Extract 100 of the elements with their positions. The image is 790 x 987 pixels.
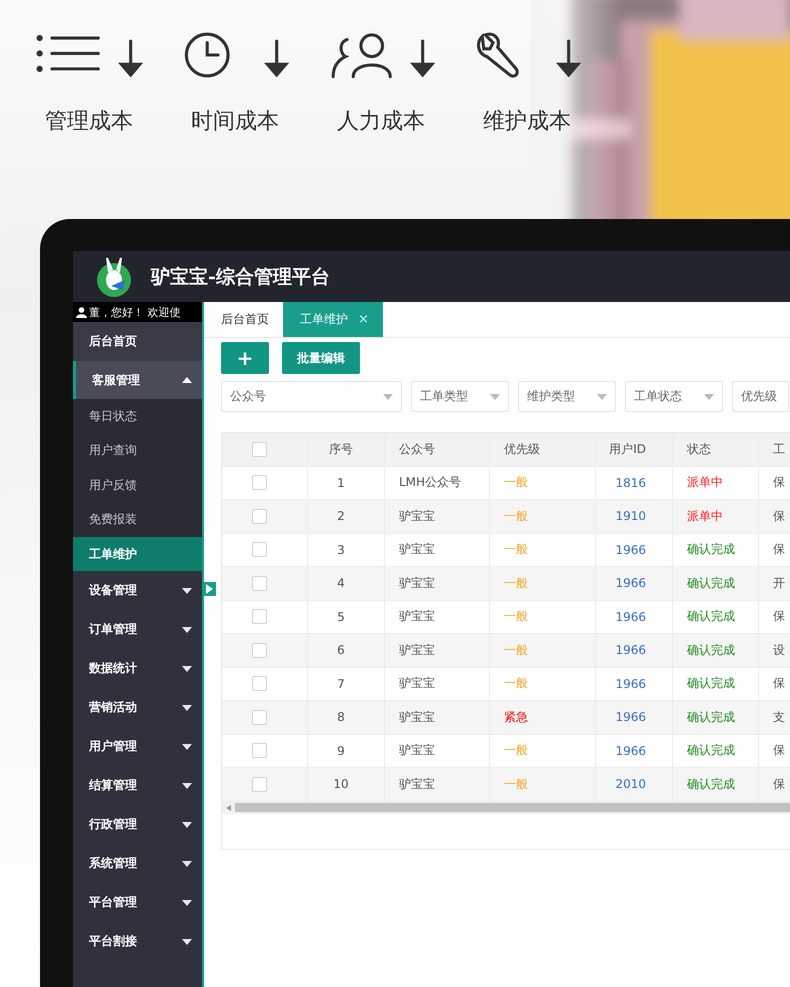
table-cell-text: 保 [772, 675, 786, 692]
add-button[interactable]: + [221, 342, 269, 374]
sidebar-subitem[interactable]: 用户反馈 [73, 468, 202, 502]
filter-select[interactable]: 工单状态 [625, 381, 723, 412]
table-cell: 5 [308, 600, 385, 633]
caret-down-icon [182, 626, 192, 632]
checkbox[interactable] [252, 576, 267, 591]
sidebar-subitem[interactable]: 用户查询 [73, 434, 202, 468]
sidebar-subitem[interactable]: 每日状态 [73, 399, 202, 434]
table-cell: 确认完成 [673, 701, 759, 734]
caret-down-icon [182, 938, 192, 944]
filter-select[interactable]: 优先级 [732, 381, 789, 412]
table-cell: 7 [308, 668, 385, 700]
checkbox[interactable] [252, 676, 267, 692]
table-cell-text: 保 [772, 508, 786, 525]
table-cell: 驴宝宝 [385, 701, 490, 734]
table-cell: 驴宝宝 [385, 500, 490, 532]
table-cell: 一般 [490, 634, 596, 666]
table-cell: 1966 [596, 734, 673, 767]
feature-label: 人力成本 [337, 108, 425, 136]
table-cell: 派单中 [673, 500, 759, 532]
table-cell: 确认完成 [673, 734, 759, 767]
caret-down-icon [182, 588, 192, 594]
table-cell: 一般 [490, 567, 596, 600]
table-cell: 派单中 [673, 466, 759, 499]
sidebar-group[interactable]: 客服管理 [73, 361, 202, 399]
table-cell: 确认完成 [673, 600, 759, 633]
feature-label: 管理成本 [45, 108, 133, 136]
table-cell: 2010 [596, 768, 673, 800]
table-cell-text: 保 [772, 541, 786, 558]
table-cell-text: 保 [772, 776, 786, 793]
checkbox[interactable] [252, 609, 267, 624]
filter-select[interactable]: 公众号 [221, 381, 402, 412]
filter-select[interactable]: 工单类型 [411, 381, 509, 412]
table-cell: 一般 [490, 768, 596, 800]
column-header: 优先级 [490, 433, 596, 466]
caret-down-icon [182, 782, 192, 788]
scrollbar[interactable] [222, 802, 790, 814]
batch-edit-button[interactable]: 批量编辑 [282, 342, 360, 374]
checkbox[interactable] [252, 508, 267, 524]
sidebar-item[interactable]: 后台首页 [73, 322, 202, 361]
table-cell-text: 开 [772, 574, 786, 592]
feature-label: 时间成本 [191, 108, 279, 136]
table-cell-text: 保 [772, 608, 786, 626]
collapse-toggle-icon[interactable] [202, 582, 216, 596]
table-cell: 一般 [490, 668, 596, 700]
caret-down-icon [182, 900, 192, 906]
checkbox[interactable] [252, 642, 267, 658]
filter-select[interactable]: 维护类型 [518, 381, 616, 412]
column-header: 公众号 [385, 433, 490, 466]
sidebar-subitem[interactable]: 免费报装 [73, 502, 202, 537]
table-cell: 3 [308, 534, 385, 566]
sidebar-subitem[interactable]: 工单维护 [73, 537, 202, 571]
table-cell: 驴宝宝 [385, 768, 490, 800]
caret-down-icon [490, 394, 500, 400]
caret-down-icon [182, 744, 192, 750]
checkbox[interactable] [252, 776, 267, 792]
table-cell: 确认完成 [673, 768, 759, 800]
column-header: 工 [759, 433, 790, 466]
checkbox[interactable] [252, 442, 267, 457]
logo-icon [95, 256, 133, 298]
table-cell: 一般 [490, 600, 596, 633]
caret-down-icon [597, 394, 607, 400]
caret-up-icon [182, 377, 192, 383]
table-cell: 紧急 [490, 701, 596, 734]
table-cell: 1966 [596, 668, 673, 700]
table-cell: 确认完成 [673, 668, 759, 700]
column-header: 用户ID [596, 433, 673, 466]
table-cell: 驴宝宝 [385, 567, 490, 600]
caret-down-icon [383, 394, 393, 400]
table-cell: 确认完成 [673, 534, 759, 566]
checkbox[interactable] [252, 743, 267, 758]
table-cell: 1966 [596, 534, 673, 566]
caret-down-icon [182, 704, 192, 710]
table-cell: 6 [308, 634, 385, 666]
table-cell: 确认完成 [673, 567, 759, 600]
checkbox[interactable] [252, 710, 267, 725]
table-cell: 1 [308, 466, 385, 499]
table-cell: 8 [308, 701, 385, 734]
table-cell: 驴宝宝 [385, 634, 490, 666]
table-cell: 驴宝宝 [385, 734, 490, 767]
table-cell: 一般 [490, 500, 596, 532]
column-header: 序号 [308, 433, 385, 466]
scroll-left-icon[interactable] [226, 804, 231, 810]
table-cell: 一般 [490, 734, 596, 767]
table-cell: 确认完成 [673, 634, 759, 666]
checkbox[interactable] [252, 542, 267, 558]
caret-down-icon [182, 822, 192, 828]
table-cell: 驴宝宝 [385, 668, 490, 700]
column-header: 状态 [673, 433, 759, 466]
table-cell: 一般 [490, 534, 596, 566]
checkbox[interactable] [252, 475, 267, 490]
table-cell: LMH公众号 [385, 466, 490, 499]
table-cell: 一般 [490, 466, 596, 499]
table-cell: 2 [308, 500, 385, 532]
table-cell: 9 [308, 734, 385, 767]
table-cell-text: 保 [772, 742, 786, 760]
table-cell: 4 [308, 567, 385, 600]
table-cell: 10 [308, 768, 385, 800]
table-cell: 1966 [596, 567, 673, 600]
